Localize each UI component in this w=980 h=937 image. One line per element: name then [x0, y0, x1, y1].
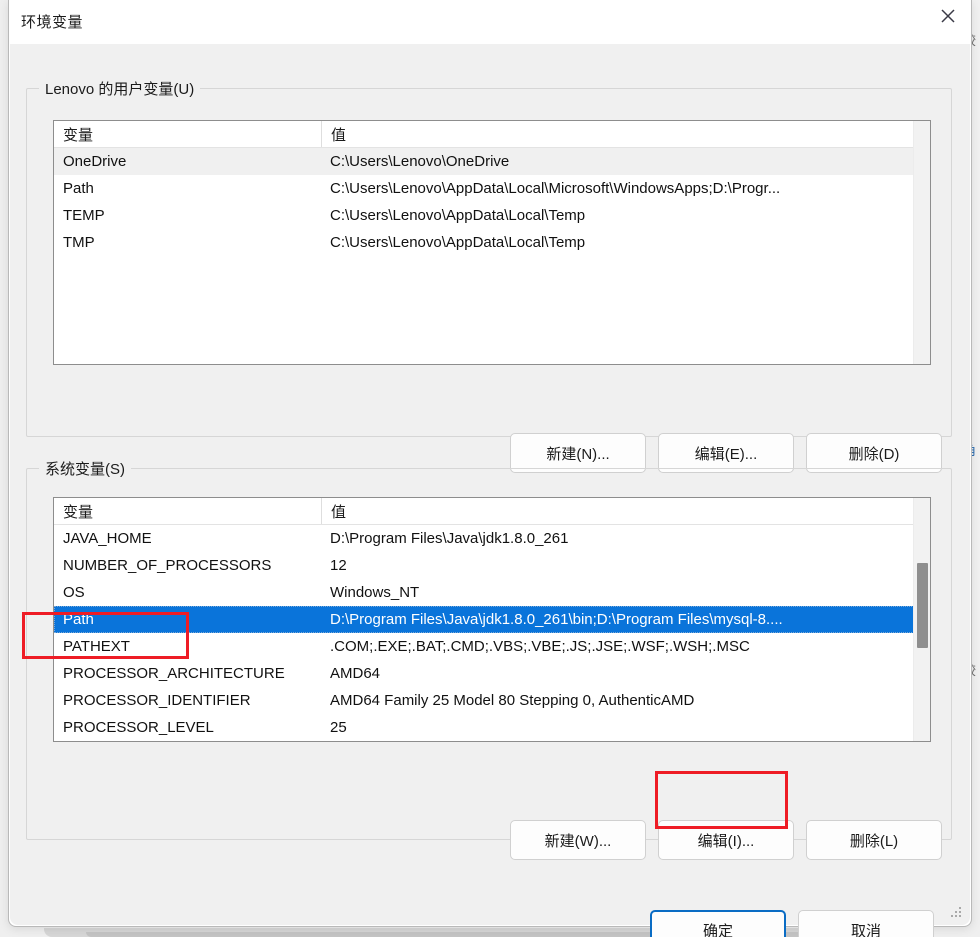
dialog-body: Lenovo 的用户变量(U) 变量 值 OneDrive C:\Users\L…: [10, 44, 970, 937]
variable-name: OS: [63, 584, 85, 601]
variable-value: 25: [330, 719, 347, 736]
variable-value: Windows_NT: [330, 584, 420, 601]
system-list-scrollbar-thumb[interactable]: [917, 563, 928, 648]
system-delete-button[interactable]: 删除(L): [806, 820, 942, 860]
table-row[interactable]: Path C:\Users\Lenovo\AppData\Local\Micro…: [54, 175, 930, 202]
variable-name: OneDrive: [63, 153, 127, 170]
user-variables-list[interactable]: 变量 值 OneDrive C:\Users\Lenovo\OneDrive P…: [53, 120, 931, 365]
ok-button[interactable]: 确定: [650, 910, 786, 937]
dialog-titlebar: 环境变量: [9, 0, 971, 44]
table-row-selected[interactable]: Path D:\Program Files\Java\jdk1.8.0_261\…: [54, 606, 930, 633]
variable-name: Path: [63, 611, 94, 628]
table-row[interactable]: PROCESSOR_ARCHITECTURE AMD64: [54, 660, 930, 687]
variable-value: D:\Program Files\Java\jdk1.8.0_261\bin;D…: [330, 611, 783, 628]
system-column-header-value[interactable]: 值: [322, 498, 930, 524]
variable-value: .COM;.EXE;.BAT;.CMD;.VBS;.VBE;.JS;.JSE;.…: [330, 638, 750, 655]
variable-name: PROCESSOR_ARCHITECTURE: [63, 665, 285, 682]
system-variables-group: 系统变量(S) 变量 值 JAVA_HOME D:\Program Files\…: [26, 458, 952, 840]
variable-name: TMP: [63, 234, 95, 251]
user-new-button[interactable]: 新建(N)...: [510, 433, 646, 473]
cancel-button[interactable]: 取消: [798, 910, 934, 937]
variable-name: JAVA_HOME: [63, 530, 152, 547]
user-variables-group: Lenovo 的用户变量(U) 变量 值 OneDrive C:\Users\L…: [26, 78, 952, 437]
variable-value: AMD64 Family 25 Model 80 Stepping 0, Aut…: [330, 692, 695, 709]
resize-grip-icon[interactable]: [951, 907, 963, 919]
system-new-button[interactable]: 新建(W)...: [510, 820, 646, 860]
variable-name: PROCESSOR_IDENTIFIER: [63, 692, 251, 709]
user-variables-rows: OneDrive C:\Users\Lenovo\OneDrive Path C…: [54, 148, 930, 256]
table-row[interactable]: OS Windows_NT: [54, 579, 930, 606]
table-row[interactable]: TMP C:\Users\Lenovo\AppData\Local\Temp: [54, 229, 930, 256]
system-column-header-name[interactable]: 变量: [54, 498, 322, 524]
user-column-header-value[interactable]: 值: [322, 121, 930, 147]
variable-value: D:\Program Files\Java\jdk1.8.0_261: [330, 530, 569, 547]
dialog-title: 环境变量: [21, 14, 84, 31]
close-icon[interactable]: [925, 0, 971, 32]
variable-value: C:\Users\Lenovo\OneDrive: [330, 153, 510, 170]
table-row[interactable]: NUMBER_OF_PROCESSORS 12: [54, 552, 930, 579]
table-row[interactable]: TEMP C:\Users\Lenovo\AppData\Local\Temp: [54, 202, 930, 229]
system-variables-list[interactable]: 变量 值 JAVA_HOME D:\Program Files\Java\jdk…: [53, 497, 931, 742]
variable-value: C:\Users\Lenovo\AppData\Local\Temp: [330, 207, 586, 224]
table-row[interactable]: OneDrive C:\Users\Lenovo\OneDrive: [54, 148, 930, 175]
system-variables-header: 变量 值: [54, 498, 930, 525]
table-row[interactable]: JAVA_HOME D:\Program Files\Java\jdk1.8.0…: [54, 525, 930, 552]
user-variables-label: Lenovo 的用户变量(U): [39, 78, 201, 99]
variable-value: C:\Users\Lenovo\AppData\Local\Temp: [330, 234, 586, 251]
variable-name: PATHEXT: [63, 638, 130, 655]
variable-name: TEMP: [63, 207, 105, 224]
system-list-scrollbar[interactable]: [913, 498, 930, 741]
user-variables-header: 变量 值: [54, 121, 930, 148]
system-variables-rows: JAVA_HOME D:\Program Files\Java\jdk1.8.0…: [54, 525, 930, 741]
table-row[interactable]: PROCESSOR_LEVEL 25: [54, 714, 930, 741]
system-edit-button[interactable]: 编辑(I)...: [658, 820, 794, 860]
variable-value: 12: [330, 557, 347, 574]
table-row[interactable]: PROCESSOR_IDENTIFIER AMD64 Family 25 Mod…: [54, 687, 930, 714]
variable-name: NUMBER_OF_PROCESSORS: [63, 557, 272, 574]
table-row[interactable]: PATHEXT .COM;.EXE;.BAT;.CMD;.VBS;.VBE;.J…: [54, 633, 930, 660]
variable-name: PROCESSOR_LEVEL: [63, 719, 214, 736]
user-delete-button[interactable]: 删除(D): [806, 433, 942, 473]
system-variables-label: 系统变量(S): [39, 458, 131, 479]
user-list-scrollbar[interactable]: [913, 121, 930, 364]
variable-value: AMD64: [330, 665, 381, 682]
variable-name: Path: [63, 180, 94, 197]
user-column-header-name[interactable]: 变量: [54, 121, 322, 147]
variable-value: C:\Users\Lenovo\AppData\Local\Microsoft\…: [330, 180, 781, 197]
environment-variables-dialog: 环境变量 Lenovo 的用户变量(U) 变量 值 OneDrive C:\Us…: [8, 0, 972, 937]
user-edit-button[interactable]: 编辑(E)...: [658, 433, 794, 473]
